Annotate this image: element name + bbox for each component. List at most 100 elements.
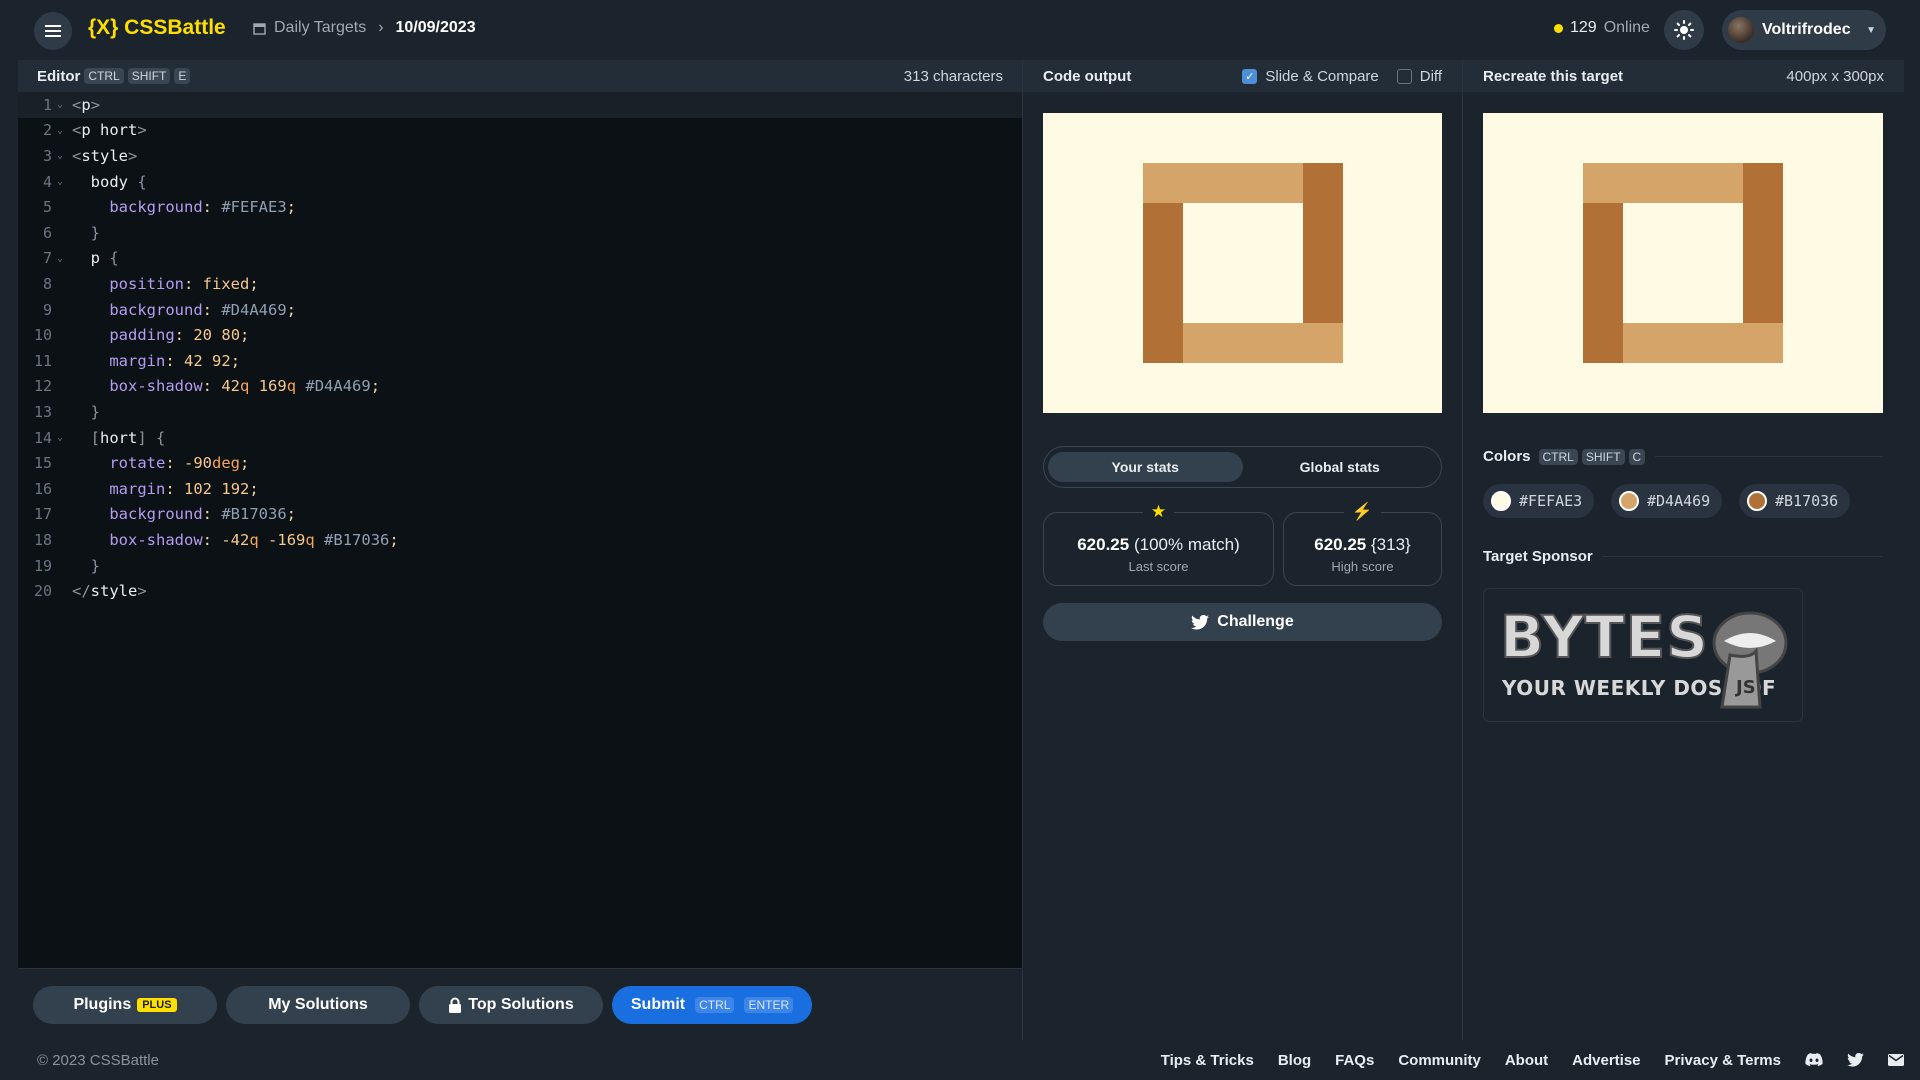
avatar bbox=[1728, 17, 1754, 43]
code-text: body { bbox=[90, 172, 147, 191]
line-number: 9 bbox=[42, 300, 52, 319]
submit-label: Submit bbox=[630, 996, 686, 1013]
panel-divider[interactable] bbox=[1462, 60, 1463, 1040]
diff-label[interactable]: Diff bbox=[1420, 68, 1442, 85]
last-score-card: ★ 620.25 (100% match) Last score bbox=[1043, 502, 1274, 586]
kbd-ctrl: CTRL bbox=[1538, 448, 1578, 465]
fold-chevron-icon[interactable]: ⌄ bbox=[52, 99, 68, 110]
output-header: Code output ✓ Slide & Compare Diff bbox=[1023, 60, 1462, 92]
my-solutions-button[interactable]: My Solutions bbox=[226, 986, 410, 1024]
top-solutions-label: Top Solutions bbox=[468, 996, 574, 1013]
target-title: Recreate this target bbox=[1483, 67, 1624, 85]
sun-icon bbox=[1674, 20, 1694, 40]
plugins-button[interactable]: Plugins PLUS bbox=[33, 986, 217, 1024]
footer-link-faqs[interactable]: FAQs bbox=[1335, 1052, 1374, 1069]
top-solutions-button[interactable]: Top Solutions bbox=[419, 986, 603, 1024]
code-line[interactable]: 3 ⌄ <style> bbox=[18, 143, 1022, 169]
kbd-c: C bbox=[1628, 448, 1646, 465]
code-line[interactable]: 4 ⌄ body { bbox=[18, 169, 1022, 195]
code-line[interactable]: 12 box-shadow: 42q 169q #D4A469; bbox=[18, 374, 1022, 400]
plus-badge: PLUS bbox=[137, 998, 177, 1012]
sponsor-banner[interactable]: BYTES YOUR WEEKLY DOSE OF JS bbox=[1483, 588, 1803, 722]
code-line[interactable]: 17 background: #B17036; bbox=[18, 502, 1022, 528]
breadcrumb-section[interactable]: Daily Targets bbox=[274, 19, 366, 37]
line-number: 13 bbox=[33, 402, 52, 421]
color-hex: #FEFAE3 bbox=[1519, 492, 1583, 510]
online-label: Online bbox=[1603, 19, 1650, 36]
color-chip[interactable]: #D4A469 bbox=[1611, 484, 1723, 518]
code-line[interactable]: 5 background: #FEFAE3; bbox=[18, 194, 1022, 220]
shape bbox=[1303, 163, 1343, 323]
footer-link-privacy[interactable]: Privacy & Terms bbox=[1665, 1052, 1781, 1069]
code-text: padding: 20 80; bbox=[109, 326, 250, 345]
code-editor[interactable]: 1 ⌄ <p> 2 ⌄ <p hort> 3 ⌄ <style> 4 ⌄ body {5 backg… bbox=[18, 92, 1022, 968]
line-number: 10 bbox=[33, 326, 52, 345]
target-canvas[interactable] bbox=[1483, 113, 1883, 413]
code-line[interactable]: 6 } bbox=[18, 220, 1022, 246]
fold-chevron-icon[interactable]: ⌄ bbox=[52, 125, 68, 136]
color-chip[interactable]: #B17036 bbox=[1739, 484, 1851, 518]
discord-icon[interactable] bbox=[1805, 1053, 1823, 1067]
code-line[interactable]: 19 } bbox=[18, 553, 1022, 579]
submit-button[interactable]: Submit CTRL ENTER bbox=[612, 986, 812, 1024]
footer-link-community[interactable]: Community bbox=[1398, 1052, 1481, 1069]
footer-link-advertise[interactable]: Advertise bbox=[1572, 1052, 1640, 1069]
challenge-label: Challenge bbox=[1217, 613, 1294, 630]
online-indicator: 129 Online bbox=[1554, 19, 1650, 37]
mail-icon[interactable] bbox=[1888, 1054, 1904, 1066]
color-hex: #B17036 bbox=[1775, 492, 1839, 510]
line-number: 5 bbox=[42, 198, 52, 217]
online-dot-icon bbox=[1554, 23, 1563, 33]
code-line[interactable]: 11 margin: 42 92; bbox=[18, 348, 1022, 374]
breadcrumb: Daily Targets › 10/09/2023 bbox=[253, 19, 476, 37]
code-line[interactable]: 2 ⌄ <p hort> bbox=[18, 118, 1022, 144]
code-output-canvas[interactable] bbox=[1043, 113, 1442, 413]
theme-toggle-button[interactable] bbox=[1664, 10, 1704, 50]
code-line[interactable]: 10 padding: 20 80; bbox=[18, 322, 1022, 348]
code-text: p { bbox=[90, 249, 119, 268]
color-swatch bbox=[1491, 491, 1511, 511]
code-text: background: #D4A469; bbox=[109, 300, 297, 319]
tab-your-stats[interactable]: Your stats bbox=[1048, 452, 1243, 482]
code-line[interactable]: 15 rotate: -90deg; bbox=[18, 450, 1022, 476]
code-text: rotate: -90deg; bbox=[109, 454, 250, 473]
panel-divider[interactable] bbox=[1022, 60, 1023, 1040]
code-line[interactable]: 16 margin: 102 192; bbox=[18, 476, 1022, 502]
footer-link-tips[interactable]: Tips & Tricks bbox=[1161, 1052, 1254, 1069]
output-title: Code output bbox=[1043, 67, 1132, 85]
line-number: 3 bbox=[42, 146, 52, 165]
twitter-icon[interactable] bbox=[1847, 1053, 1864, 1067]
sponsor-title: Target Sponsor bbox=[1483, 548, 1593, 565]
kbd-shift: SHIFT bbox=[1581, 448, 1625, 465]
code-line[interactable]: 18 box-shadow: -42q -169q #B17036; bbox=[18, 527, 1022, 553]
code-line[interactable]: 1 ⌄ <p> bbox=[18, 92, 1022, 118]
cssbattle-logo[interactable]: {X} CSSBattle bbox=[88, 16, 226, 40]
tab-global-stats[interactable]: Global stats bbox=[1243, 452, 1438, 482]
fold-chevron-icon[interactable]: ⌄ bbox=[52, 253, 68, 264]
fold-chevron-icon[interactable]: ⌄ bbox=[52, 176, 68, 187]
code-line[interactable]: 7 ⌄ p { bbox=[18, 246, 1022, 272]
fold-chevron-icon[interactable]: ⌄ bbox=[52, 150, 68, 161]
diff-checkbox[interactable] bbox=[1396, 68, 1412, 84]
svg-text:JS: JS bbox=[1734, 677, 1756, 698]
fold-chevron-icon[interactable]: ⌄ bbox=[52, 432, 68, 443]
code-line[interactable]: 20 </style> bbox=[18, 578, 1022, 604]
color-chip[interactable]: #FEFAE3 bbox=[1483, 484, 1595, 518]
high-score-chars: {313} bbox=[1371, 535, 1411, 554]
user-menu[interactable]: Voltrifrodec ▼ bbox=[1722, 10, 1886, 50]
code-text: <p hort> bbox=[72, 121, 147, 140]
challenge-button[interactable]: Challenge bbox=[1043, 603, 1442, 641]
menu-button[interactable] bbox=[34, 12, 72, 50]
slide-compare-checkbox[interactable]: ✓ bbox=[1242, 68, 1258, 84]
kbd-enter: ENTER bbox=[744, 997, 794, 1013]
code-line[interactable]: 9 background: #D4A469; bbox=[18, 297, 1022, 323]
slide-compare-label[interactable]: Slide & Compare bbox=[1265, 68, 1378, 85]
code-text: margin: 102 192; bbox=[109, 479, 259, 498]
code-line[interactable]: 8 position: fixed; bbox=[18, 271, 1022, 297]
code-line[interactable]: 13 } bbox=[18, 399, 1022, 425]
copyright: © 2023 CSSBattle bbox=[37, 1051, 159, 1069]
footer-link-about[interactable]: About bbox=[1505, 1052, 1548, 1069]
code-line[interactable]: 14 ⌄ [hort] { bbox=[18, 425, 1022, 451]
code-text: </style> bbox=[72, 582, 147, 601]
footer-link-blog[interactable]: Blog bbox=[1278, 1052, 1311, 1069]
